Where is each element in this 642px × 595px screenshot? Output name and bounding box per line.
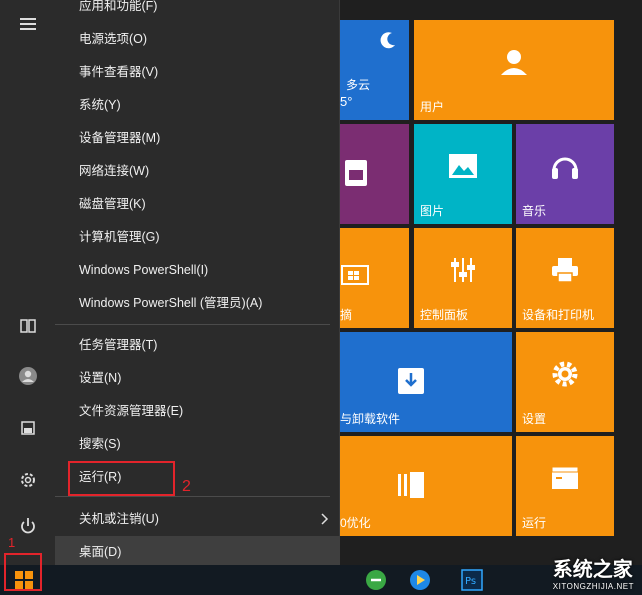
menu-separator [55, 324, 330, 325]
video-player-icon [410, 570, 430, 590]
menu-item-device-manager[interactable]: 设备管理器(M) [55, 122, 340, 155]
watermark-url: XITONGZHIJIA.NET [552, 582, 634, 591]
control-panel-tile[interactable]: 控制面板 [414, 228, 512, 328]
uninstall-software-tile[interactable]: 与卸载软件 [340, 332, 512, 432]
run-window-icon [551, 466, 579, 489]
tablet-mode-icon[interactable] [0, 308, 55, 344]
optimize-icon [398, 472, 424, 498]
run-highlight-box [68, 461, 175, 496]
run-tile[interactable]: 运行 [516, 436, 614, 536]
start-left-rail [0, 0, 55, 595]
photos-tile[interactable]: 图片 [414, 124, 512, 224]
music-tile[interactable]: 音乐 [516, 124, 614, 224]
tile-label-settings: 设置 [522, 412, 547, 426]
menu-item-system[interactable]: 系统(Y) [55, 89, 340, 122]
weather-temp: 5° [340, 94, 353, 109]
tile-label-devices-printers: 设备和打印机 [522, 308, 595, 322]
install-tile-partial[interactable]: 摘 [340, 228, 409, 328]
menu-item-powershell[interactable]: Windows PowerShell(I) [55, 254, 340, 287]
user-tile[interactable]: 用户 [414, 20, 614, 120]
user-avatar-icon[interactable] [0, 358, 55, 394]
moon-icon [380, 32, 395, 49]
annotation-number-1: 1 [8, 535, 16, 550]
control-panel-sliders-icon [451, 258, 475, 282]
photoshop-icon: Ps [461, 569, 483, 591]
svg-text:Ps: Ps [465, 576, 476, 587]
devices-printers-tile[interactable]: 设备和打印机 [516, 228, 614, 328]
menu-item-computer-management[interactable]: 计算机管理(G) [55, 221, 340, 254]
watermark: 系统之家 XITONGZHIJIA.NET [553, 553, 634, 591]
tile-label-run: 运行 [522, 516, 547, 530]
watermark-brand: 系统之家 [552, 559, 633, 581]
taskbar-app-browser[interactable] [362, 565, 390, 595]
document-icon [345, 160, 367, 186]
menu-item-task-manager[interactable]: 任务管理器(T) [55, 329, 340, 362]
menu-separator [55, 496, 330, 497]
optimize-tile[interactable]: 0优化 [340, 436, 512, 536]
taskbar-app-photoshop[interactable]: Ps [458, 565, 486, 595]
settings-tile[interactable]: 设置 [516, 332, 614, 432]
tile-label-partial-1: 摘 [340, 308, 353, 322]
menu-item-power-options[interactable]: 电源选项(O) [55, 23, 340, 56]
menu-item-file-explorer[interactable]: 文件资源管理器(E) [55, 395, 340, 428]
tile-label-control-panel: 控制面板 [420, 308, 469, 322]
tile-label-user: 用户 [420, 100, 445, 114]
menu-item-apps-features[interactable]: 应用和功能(F) [55, 0, 340, 23]
tile-label-partial-3: 0优化 [340, 516, 371, 530]
hamburger-menu-icon[interactable] [0, 6, 55, 42]
weather-tile[interactable]: 多云 5° [340, 20, 409, 120]
chevron-right-icon [321, 512, 331, 526]
download-box-icon [398, 368, 424, 394]
tile-label-photos: 图片 [420, 204, 445, 218]
annotation-number-2: 2 [182, 478, 191, 495]
window-icon [341, 265, 369, 285]
menu-item-settings[interactable]: 设置(N) [55, 362, 340, 395]
gear-icon [552, 361, 578, 387]
tile-label-partial-2: 与卸载软件 [340, 412, 401, 426]
browser-icon [366, 570, 386, 590]
start-highlight-box [4, 553, 42, 591]
weather-condition: 多云 [346, 78, 371, 92]
printer-icon [552, 258, 578, 283]
tile-label-music: 音乐 [522, 204, 547, 218]
menu-item-search[interactable]: 搜索(S) [55, 428, 340, 461]
documents-icon[interactable] [0, 410, 55, 446]
menu-item-network-connections[interactable]: 网络连接(W) [55, 155, 340, 188]
settings-gear-icon[interactable] [0, 462, 55, 498]
user-icon [501, 50, 527, 75]
headphones-icon [552, 157, 578, 179]
picture-icon [449, 154, 477, 178]
taskbar [0, 565, 642, 595]
menu-item-powershell-admin[interactable]: Windows PowerShell (管理员)(A) [55, 287, 340, 320]
menu-item-disk-management[interactable]: 磁盘管理(K) [55, 188, 340, 221]
taskbar-app-video[interactable] [406, 565, 434, 595]
menu-item-event-viewer[interactable]: 事件查看器(V) [55, 56, 340, 89]
menu-item-shutdown[interactable]: 关机或注销(U) [55, 503, 340, 536]
app-tile-partial[interactable] [340, 124, 409, 224]
